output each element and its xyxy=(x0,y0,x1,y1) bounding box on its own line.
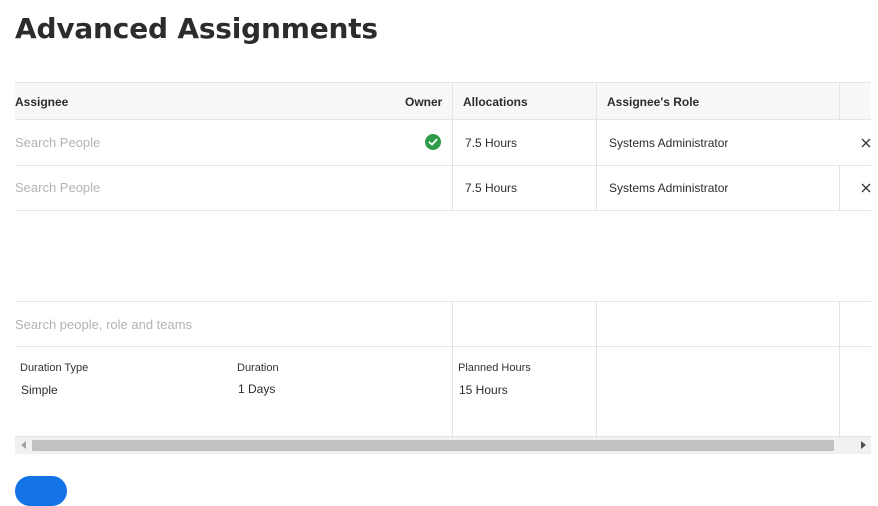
header-allocations: Allocations xyxy=(463,95,528,109)
column-divider xyxy=(839,83,840,119)
role-value[interactable]: Systems Administrator xyxy=(609,181,728,195)
allocation-value[interactable]: 7.5 Hours xyxy=(465,136,517,150)
scroll-left-icon[interactable] xyxy=(21,441,26,449)
role-value[interactable]: Systems Administrator xyxy=(609,136,728,150)
assignee-search-input[interactable]: Search People xyxy=(15,180,100,195)
add-assignee-search-input[interactable]: Search people, role and teams xyxy=(15,317,192,332)
planned-hours-label: Planned Hours xyxy=(458,362,531,374)
primary-button[interactable] xyxy=(15,476,67,506)
column-divider xyxy=(452,83,453,210)
planned-hours-value: 15 Hours xyxy=(459,383,508,397)
duration-value[interactable]: 1 Days xyxy=(238,382,275,396)
close-icon[interactable] xyxy=(860,181,872,193)
duration-type-value[interactable]: Simple xyxy=(21,383,58,397)
column-divider xyxy=(839,165,840,211)
scrollbar-thumb[interactable] xyxy=(32,440,834,451)
duration-type-label: Duration Type xyxy=(20,362,89,374)
empty-area xyxy=(15,211,871,301)
table-header: Assignee Owner Allocations Assignee's Ro… xyxy=(15,83,871,119)
assignee-search-input[interactable]: Search People xyxy=(15,135,100,150)
check-circle-icon[interactable] xyxy=(425,134,441,150)
row-divider xyxy=(15,165,871,166)
horizontal-scrollbar[interactable] xyxy=(15,436,871,454)
column-divider xyxy=(839,301,840,438)
scroll-right-icon[interactable] xyxy=(861,441,866,449)
close-icon[interactable] xyxy=(860,136,872,148)
page-title: Advanced Assignments xyxy=(15,12,378,45)
row-divider xyxy=(15,301,871,302)
row-divider xyxy=(15,346,871,347)
header-owner: Owner xyxy=(405,95,443,109)
header-role: Assignee's Role xyxy=(607,95,700,109)
header-assignee: Assignee xyxy=(15,95,69,109)
duration-label: Duration xyxy=(237,362,279,374)
assignments-table: Assignee Owner Allocations Assignee's Ro… xyxy=(15,82,871,438)
row-divider xyxy=(15,119,871,120)
allocation-value[interactable]: 7.5 Hours xyxy=(465,181,517,195)
